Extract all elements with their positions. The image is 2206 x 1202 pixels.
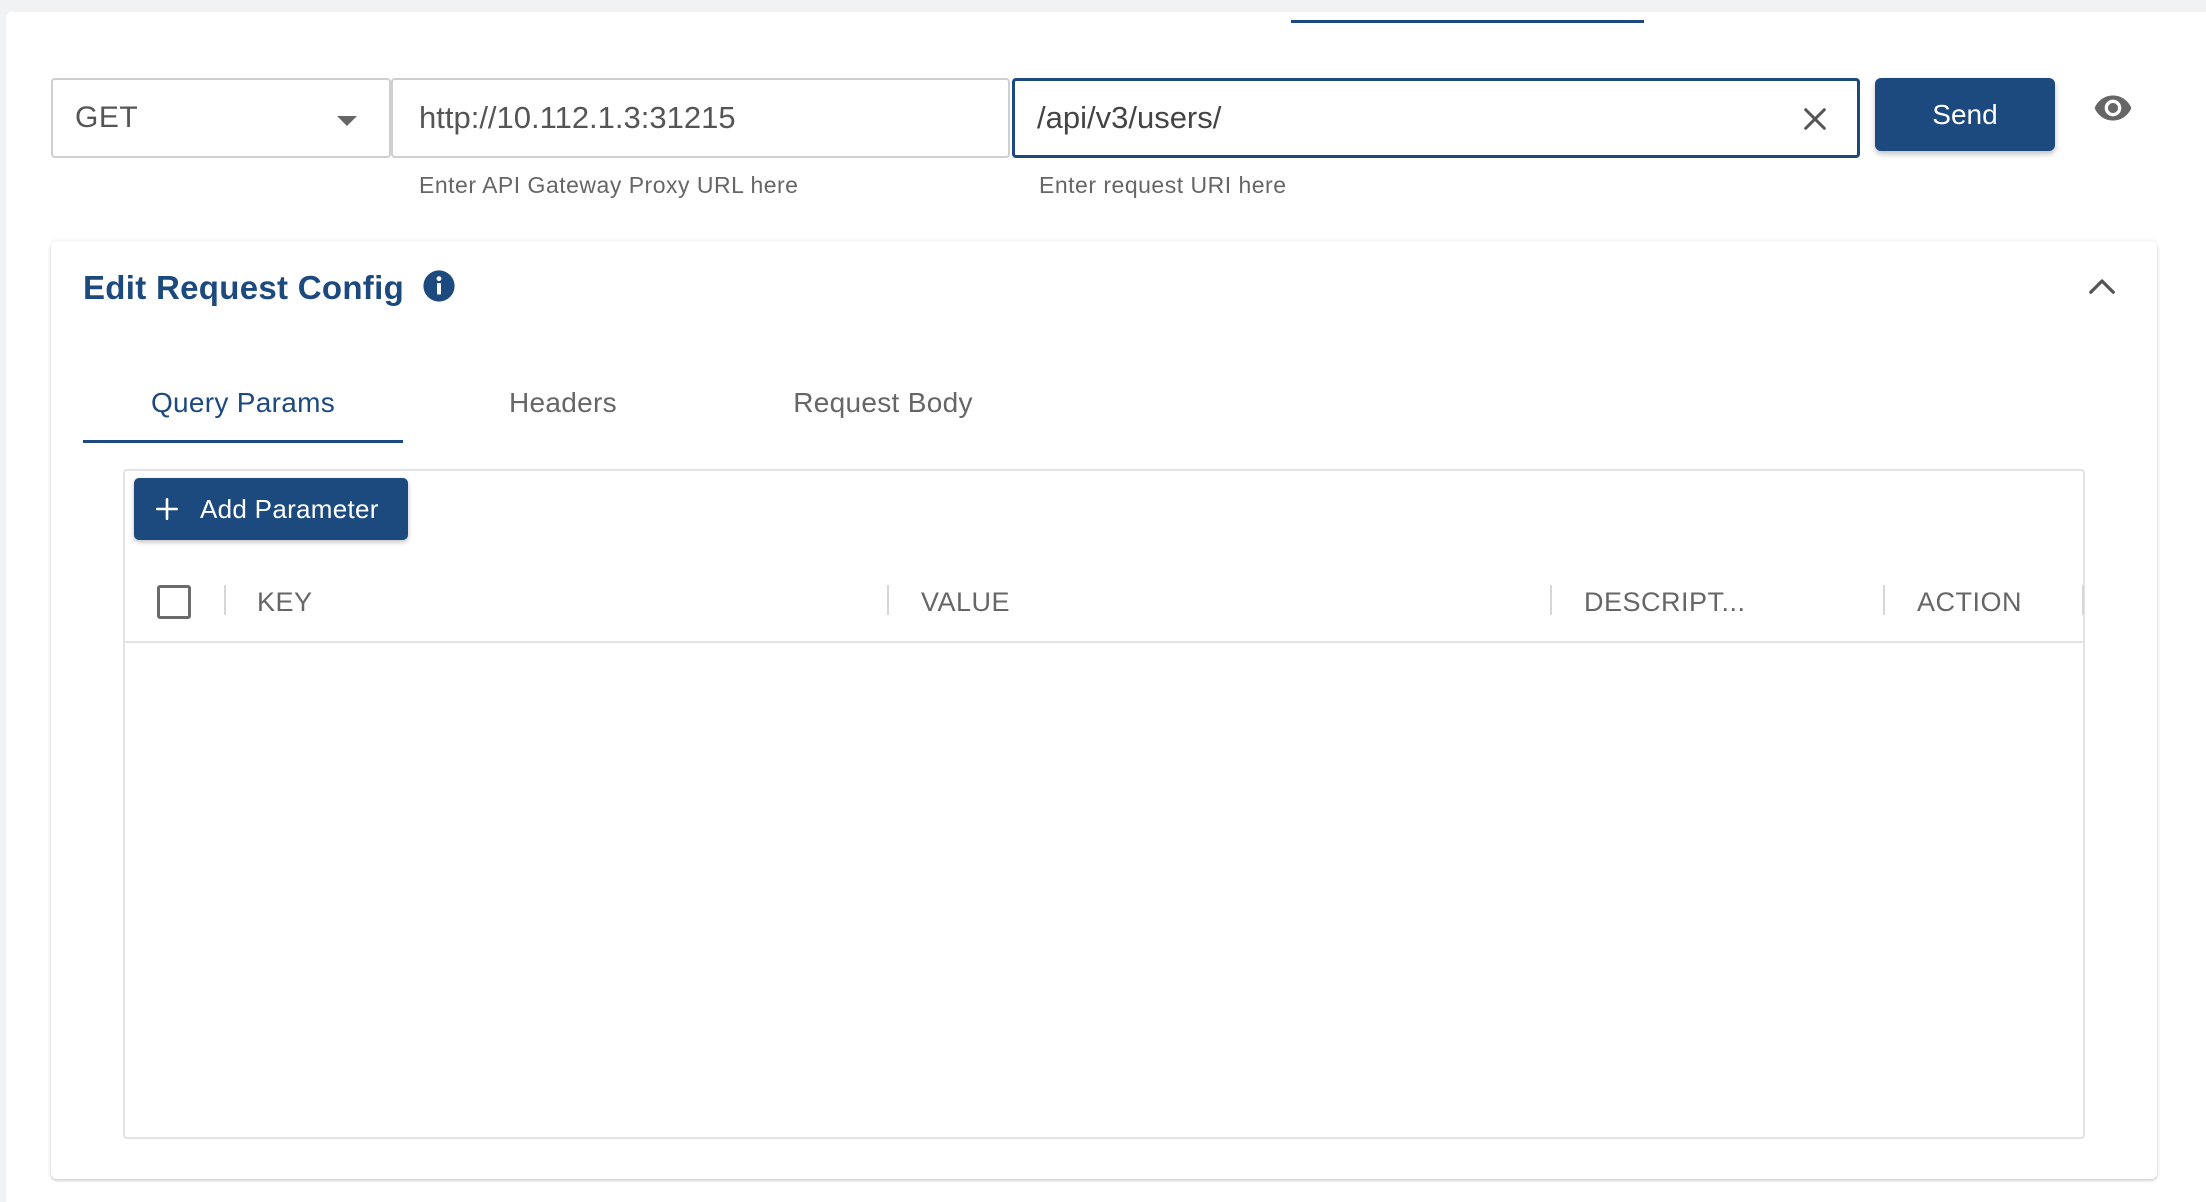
tab-label: Query Params: [150, 387, 336, 418]
request-uri-input[interactable]: [1015, 100, 1857, 136]
send-button[interactable]: Send: [1875, 78, 2055, 151]
config-tabs: Query Params Headers Request Body: [83, 363, 1083, 443]
tab-headers[interactable]: Headers: [403, 363, 723, 443]
proxy-url-helper: Enter API Gateway Proxy URL here: [419, 172, 799, 198]
column-header-value[interactable]: VALUE: [921, 587, 1010, 618]
chevron-up-icon[interactable]: [2087, 275, 2117, 297]
column-header-action[interactable]: ACTION: [1917, 587, 2022, 618]
plus-icon: [155, 497, 179, 521]
request-builder-page: GET Enter API Gateway Proxy URL here Ent…: [6, 12, 2206, 1202]
method-select[interactable]: GET: [51, 78, 391, 158]
column-separator[interactable]: [1883, 585, 1885, 615]
column-separator[interactable]: [224, 585, 226, 615]
column-header-key[interactable]: KEY: [257, 587, 313, 618]
tab-query-params[interactable]: Query Params: [83, 363, 403, 443]
panel-title: Edit Request Config: [83, 269, 405, 306]
method-value: GET: [75, 101, 139, 134]
add-parameter-label: Add Parameter: [200, 493, 379, 524]
column-separator[interactable]: [2082, 585, 2084, 615]
column-header-description[interactable]: DESCRIPT...: [1584, 587, 1746, 618]
request-uri-helper: Enter request URI here: [1039, 172, 1287, 198]
add-parameter-button[interactable]: Add Parameter: [134, 478, 408, 540]
column-separator[interactable]: [887, 585, 889, 615]
info-icon[interactable]: [422, 269, 456, 303]
request-uri-field[interactable]: [1012, 78, 1860, 158]
query-params-grid: Add Parameter KEY VALUE DESCRIPT... ACTI…: [123, 469, 2085, 1139]
tab-request-body[interactable]: Request Body: [723, 363, 1043, 443]
eye-icon[interactable]: [2090, 88, 2136, 128]
tab-label: Headers: [509, 387, 617, 418]
select-all-checkbox[interactable]: [157, 585, 191, 619]
active-tab-indicator: [1291, 20, 1644, 23]
proxy-url-field[interactable]: [391, 78, 1010, 158]
proxy-url-input[interactable]: [393, 100, 1008, 136]
tab-label: Request Body: [793, 387, 973, 418]
grid-header: KEY VALUE DESCRIPT... ACTION: [125, 559, 2084, 643]
column-separator[interactable]: [1550, 585, 1552, 615]
close-icon[interactable]: [1799, 103, 1831, 135]
edit-request-config-panel: Edit Request Config Query Params Headers…: [51, 241, 2157, 1179]
tab-underline: [83, 440, 403, 443]
chevron-down-icon: [337, 116, 357, 126]
